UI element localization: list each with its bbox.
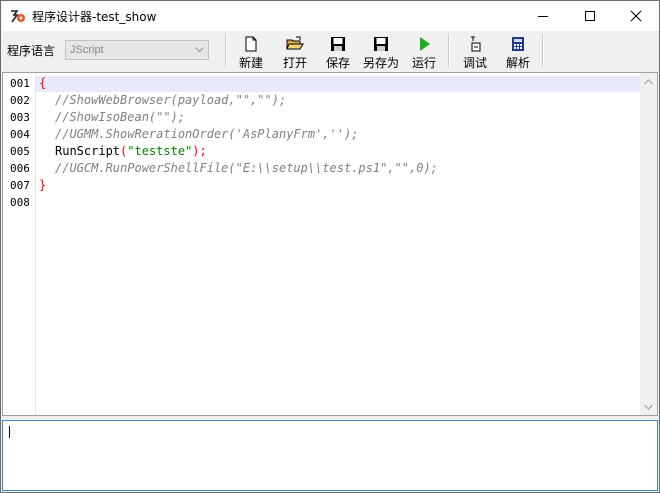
debug-button-label: 调试: [462, 56, 487, 70]
open-brace: {: [39, 76, 47, 90]
code-line: }: [39, 178, 46, 192]
save-as-button[interactable]: 另存为: [362, 34, 400, 70]
toolbar-separator: [225, 34, 227, 67]
save-button-label: 保存: [325, 56, 350, 70]
code-comment: //UGMM.ShowRerationOrder('AsPlanyFrm',''…: [55, 127, 359, 141]
close-icon: [630, 10, 642, 22]
save-as-icon: [374, 37, 388, 51]
output-panel[interactable]: [2, 420, 658, 491]
language-label: 程序语言: [7, 44, 56, 58]
run-button[interactable]: 运行: [409, 34, 439, 70]
toolbar-separator: [448, 34, 450, 67]
language-select-value: JScript: [70, 44, 104, 56]
scroll-up-button[interactable]: [640, 73, 657, 90]
parse-button-label: 解析: [505, 56, 530, 70]
run-icon: [420, 37, 430, 51]
line-number: 005: [10, 145, 30, 158]
toolbar-separator: [542, 34, 544, 67]
line-number: 003: [10, 111, 30, 124]
window-title: 程序设计器-test_show: [32, 10, 157, 24]
line-number: 008: [10, 196, 30, 209]
chevron-up-icon: [644, 78, 653, 84]
maximize-button[interactable]: [567, 1, 613, 31]
code-line: {: [39, 76, 46, 90]
code-string: "testste": [127, 144, 193, 158]
maximize-icon: [585, 11, 595, 21]
close-brace: }: [39, 178, 47, 192]
current-line-highlight: [36, 76, 641, 92]
code-editor[interactable]: 001 002 003 004 005 006 007 008 { //Show…: [2, 72, 658, 416]
open-button[interactable]: 打开: [279, 34, 311, 70]
new-file-icon: [245, 36, 257, 52]
code-line: //UGMM.ShowRerationOrder('AsPlanyFrm',''…: [55, 127, 358, 141]
code-comment: //ShowWebBrowser(payload,"","");: [55, 93, 287, 107]
code-identifier: RunScript: [55, 144, 121, 158]
new-button[interactable]: 新建: [235, 34, 267, 70]
debug-icon: [471, 36, 481, 52]
minimize-button[interactable]: [520, 1, 566, 31]
chevron-down-icon: [195, 47, 204, 53]
run-button-label: 运行: [411, 56, 436, 70]
app-window: 程序设计器-test_show 程序语言 JScript 新建 打开 保存 另存…: [0, 0, 660, 493]
line-number: 002: [10, 94, 30, 107]
code-line: //ShowWebBrowser(payload,"","");: [55, 93, 286, 107]
minimize-icon: [538, 16, 548, 17]
line-number: 007: [10, 179, 30, 192]
parse-button[interactable]: 解析: [502, 34, 534, 70]
save-icon: [331, 37, 345, 51]
line-number-gutter: 001 002 003 004 005 006 007 008: [3, 73, 36, 415]
code-comment: //ShowIsoBean("");: [55, 110, 186, 124]
new-button-label: 新建: [238, 56, 263, 70]
scroll-down-button[interactable]: [640, 398, 657, 415]
save-button[interactable]: 保存: [322, 34, 354, 70]
code-line: //ShowIsoBean("");: [55, 110, 185, 124]
vertical-scrollbar[interactable]: [640, 73, 657, 415]
line-number: 006: [10, 162, 30, 175]
code-line: RunScript("testste");: [55, 144, 207, 158]
toolbar: 程序语言 JScript 新建 打开 保存 另存为 运行 调试 解析: [1, 31, 659, 71]
line-number: 004: [10, 128, 30, 141]
scroll-track[interactable]: [642, 90, 655, 398]
language-select[interactable]: JScript: [65, 40, 209, 60]
open-button-label: 打开: [282, 56, 307, 70]
code-semicolon: ;: [199, 144, 207, 158]
title-bar: 程序设计器-test_show: [1, 1, 659, 31]
line-number: 001: [10, 77, 30, 90]
debug-button[interactable]: 调试: [459, 34, 491, 70]
calculator-icon: [512, 37, 524, 51]
code-comment: //UGCM.RunPowerShellFile("E:\\setup\\tes…: [55, 161, 438, 175]
chevron-down-icon: [644, 404, 653, 410]
code-paren: ): [192, 144, 200, 158]
close-button[interactable]: [613, 1, 659, 31]
code-line: //UGCM.RunPowerShellFile("E:\\setup\\tes…: [55, 161, 438, 175]
app-icon: [11, 10, 25, 23]
save-as-button-label: 另存为: [362, 56, 399, 70]
text-caret: [9, 426, 10, 438]
open-folder-icon: [286, 36, 304, 50]
